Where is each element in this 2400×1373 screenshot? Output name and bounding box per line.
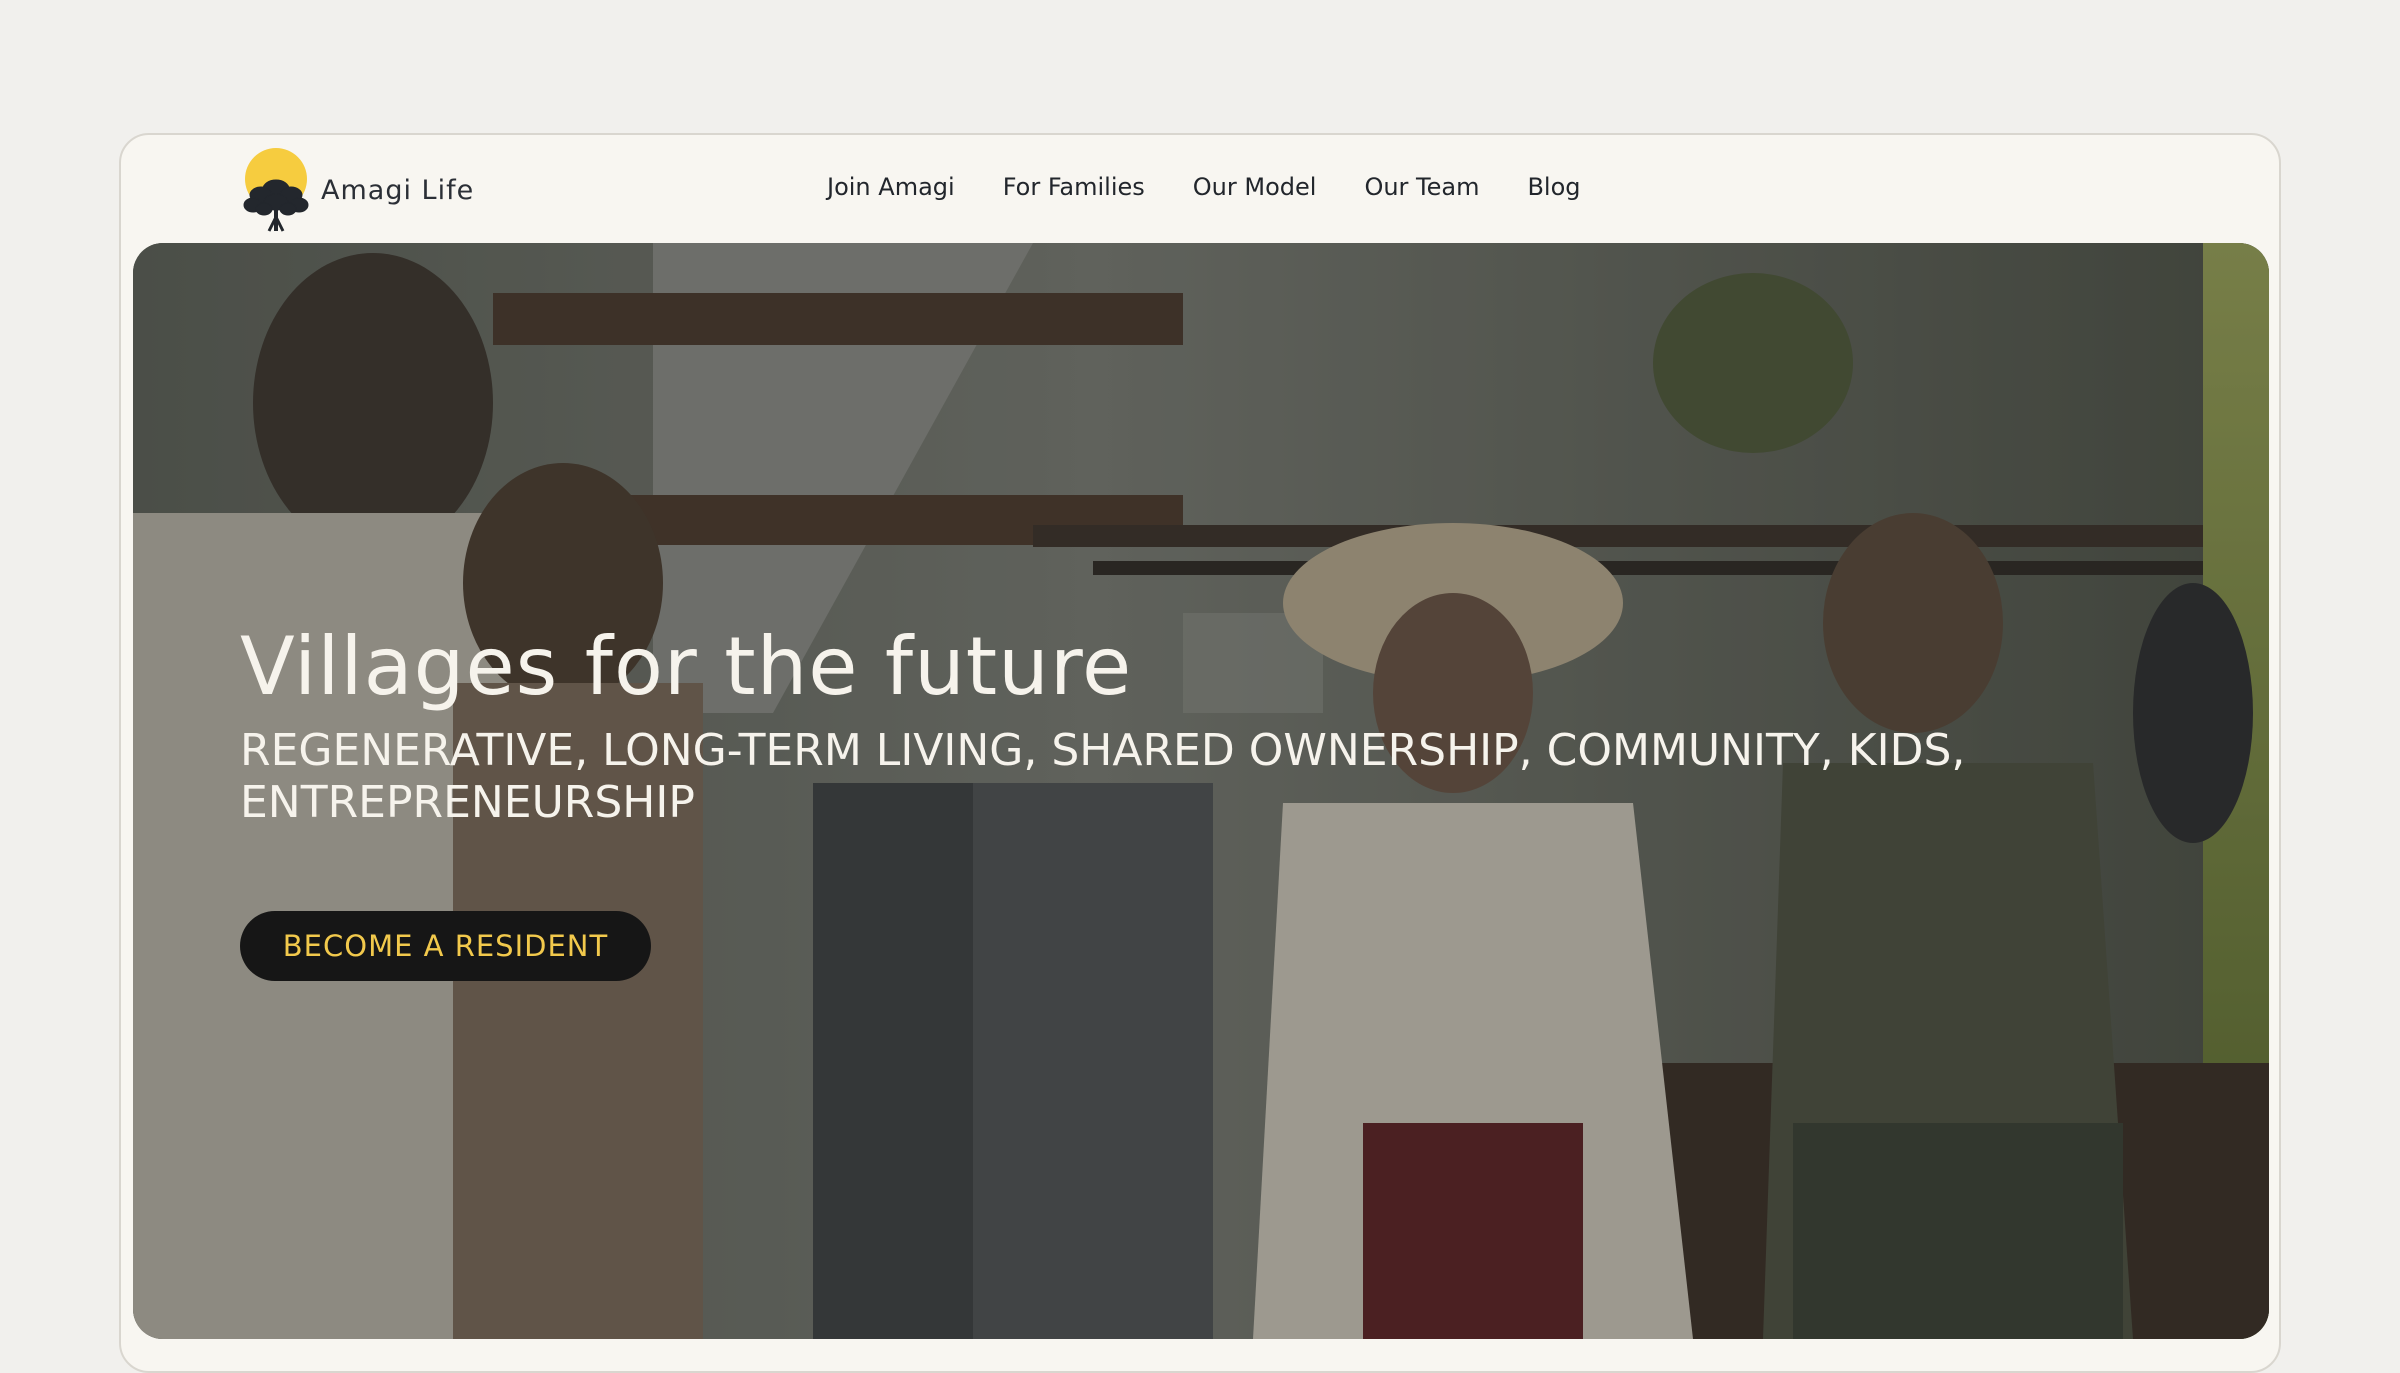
sun-tree-icon	[241, 147, 311, 233]
hero-subtitle: REGENERATIVE, LONG-TERM LIVING, SHARED O…	[240, 725, 1966, 828]
page-frame: Amagi Life Join Amagi For Families Our M…	[119, 133, 2281, 1373]
brand-name: Amagi Life	[321, 174, 475, 206]
hero-section: Villages for the future REGENERATIVE, LO…	[133, 243, 2269, 1339]
nav-link-our-model[interactable]: Our Model	[1193, 173, 1317, 201]
top-navbar: Amagi Life Join Amagi For Families Our M…	[121, 135, 2279, 243]
main-nav: Join Amagi For Families Our Model Our Te…	[827, 173, 1581, 201]
nav-link-blog[interactable]: Blog	[1527, 173, 1580, 201]
become-resident-button[interactable]: BECOME A RESIDENT	[240, 911, 651, 981]
hero-content: Villages for the future REGENERATIVE, LO…	[240, 623, 2140, 829]
brand-logo-link[interactable]: Amagi Life	[241, 147, 474, 233]
hero-title: Villages for the future	[240, 620, 1133, 713]
nav-link-for-families[interactable]: For Families	[1003, 173, 1145, 201]
nav-link-our-team[interactable]: Our Team	[1364, 173, 1479, 201]
nav-link-join-amagi[interactable]: Join Amagi	[827, 173, 955, 201]
